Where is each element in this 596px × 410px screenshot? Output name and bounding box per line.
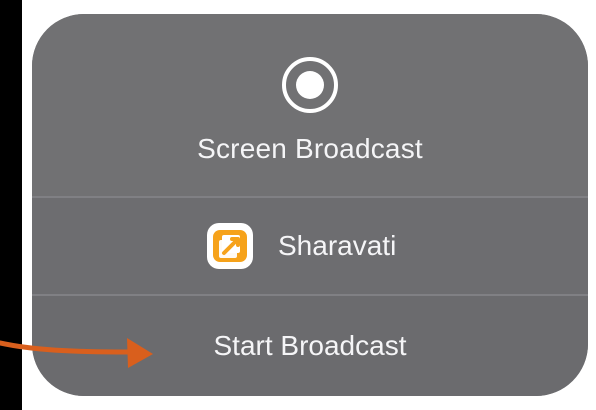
sharavati-app-label: Sharavati bbox=[278, 230, 397, 261]
sharavati-app-option[interactable]: Sharavati bbox=[32, 198, 588, 294]
broadcast-panel: Screen Broadcast Sharavati Start Broadca… bbox=[32, 14, 588, 396]
start-broadcast-button[interactable]: Start Broadcast bbox=[32, 296, 588, 396]
sharavati-app-icon bbox=[204, 220, 256, 272]
broadcast-header: Screen Broadcast bbox=[32, 14, 588, 196]
start-broadcast-label: Start Broadcast bbox=[213, 330, 407, 361]
record-icon bbox=[277, 52, 343, 118]
broadcast-title: Screen Broadcast bbox=[197, 133, 423, 164]
